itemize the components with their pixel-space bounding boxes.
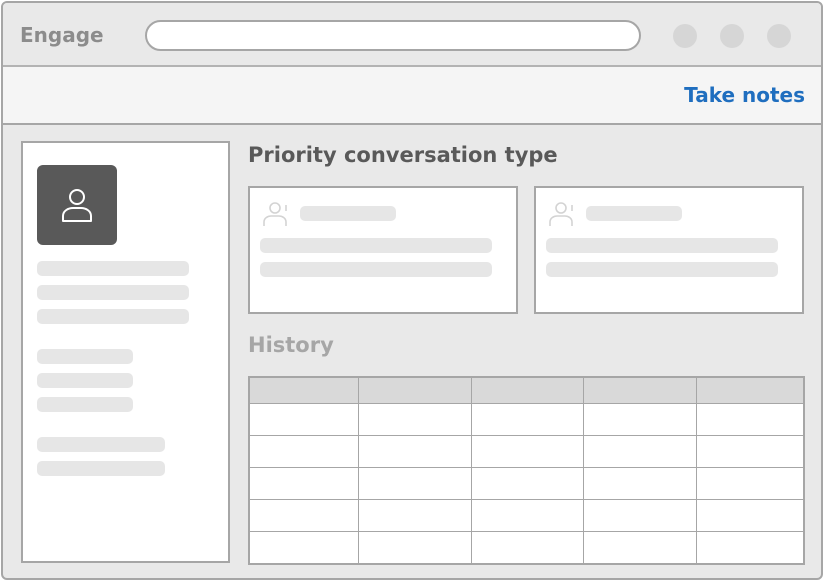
- contact-sidebar: [21, 141, 230, 563]
- table-cell: [471, 531, 584, 565]
- placeholder-line: [37, 261, 189, 276]
- placeholder-line: [37, 285, 189, 300]
- table-cell: [696, 403, 805, 436]
- history-table: [248, 376, 805, 565]
- table-cell: [696, 531, 805, 565]
- take-notes-link[interactable]: Take notes: [684, 83, 805, 107]
- table-row[interactable]: [248, 499, 805, 532]
- placeholder-line: [300, 206, 396, 221]
- table-cell: [248, 467, 359, 500]
- placeholder-line: [37, 437, 165, 452]
- action-bar: Take notes: [3, 67, 821, 125]
- table-cell: [583, 403, 697, 436]
- table-cell: [471, 499, 584, 532]
- window-control-1[interactable]: [673, 24, 697, 48]
- column-header[interactable]: [696, 376, 805, 404]
- table-cell: [583, 467, 697, 500]
- table-cell: [358, 467, 472, 500]
- placeholder-line: [586, 206, 682, 221]
- table-cell: [471, 467, 584, 500]
- app-title: Engage: [20, 23, 104, 47]
- table-cell: [471, 403, 584, 436]
- placeholder-line: [260, 262, 492, 277]
- table-cell: [358, 403, 472, 436]
- table-cell: [248, 435, 359, 468]
- table-cell: [358, 531, 472, 565]
- table-cell: [248, 403, 359, 436]
- table-row[interactable]: [248, 403, 805, 436]
- table-cell: [358, 435, 472, 468]
- table-cell: [696, 435, 805, 468]
- table-cell: [696, 499, 805, 532]
- table-row[interactable]: [248, 435, 805, 468]
- placeholder-line: [37, 373, 133, 388]
- window-control-2[interactable]: [720, 24, 744, 48]
- column-header[interactable]: [583, 376, 697, 404]
- table-cell: [583, 531, 697, 565]
- table-header-row: [248, 376, 805, 404]
- placeholder-line: [546, 238, 778, 253]
- user-icon: [263, 202, 287, 226]
- table-cell: [358, 499, 472, 532]
- placeholder-line: [37, 397, 133, 412]
- table-cell: [248, 499, 359, 532]
- table-row[interactable]: [248, 531, 805, 565]
- user-icon: [549, 202, 573, 226]
- table-cell: [583, 499, 697, 532]
- table-cell: [583, 435, 697, 468]
- priority-section-title: Priority conversation type: [248, 143, 558, 167]
- placeholder-line: [260, 238, 492, 253]
- column-header[interactable]: [248, 376, 359, 404]
- table-cell: [248, 531, 359, 565]
- app-window: Engage Take notes Priority conversation …: [1, 1, 823, 580]
- window-control-3[interactable]: [767, 24, 791, 48]
- placeholder-line: [37, 349, 133, 364]
- history-section-title: History: [248, 333, 334, 357]
- table-cell: [696, 467, 805, 500]
- placeholder-line: [37, 461, 165, 476]
- avatar: [37, 165, 117, 245]
- placeholder-line: [37, 309, 189, 324]
- table-row[interactable]: [248, 467, 805, 500]
- user-icon: [62, 189, 92, 222]
- conversation-type-card[interactable]: [534, 186, 804, 314]
- title-bar: Engage: [3, 3, 821, 67]
- address-bar[interactable]: [145, 20, 641, 51]
- column-header[interactable]: [358, 376, 472, 404]
- column-header[interactable]: [471, 376, 584, 404]
- conversation-type-card[interactable]: [248, 186, 518, 314]
- table-cell: [471, 435, 584, 468]
- placeholder-line: [546, 262, 778, 277]
